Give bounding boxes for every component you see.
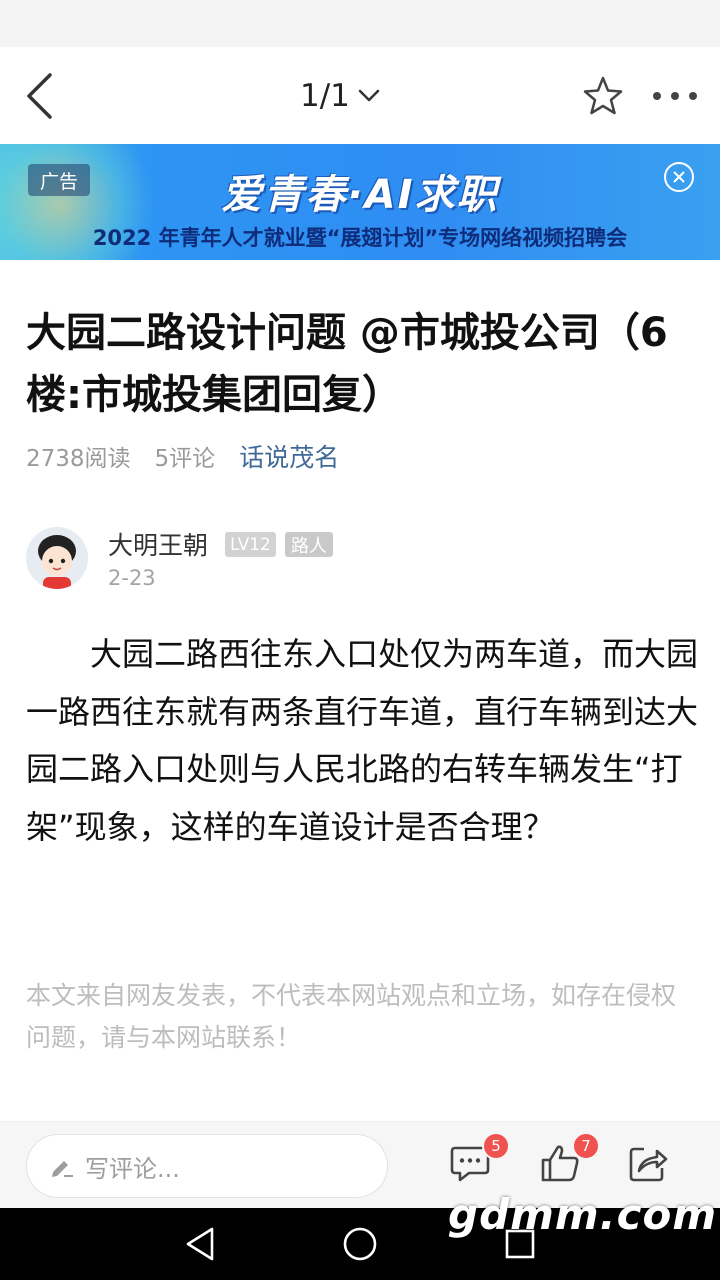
comment-placeholder: 写评论... bbox=[85, 1154, 180, 1183]
like-button[interactable]: 7 bbox=[536, 1132, 600, 1188]
ad-title: 爱青春·AI求职 bbox=[221, 172, 499, 218]
avatar[interactable] bbox=[26, 527, 88, 589]
back-button[interactable] bbox=[14, 69, 64, 123]
comment-count: 5评论 bbox=[154, 446, 216, 472]
comment-input[interactable]: 写评论... bbox=[26, 1134, 388, 1198]
more-dots-icon bbox=[653, 92, 697, 100]
ad-close-button[interactable] bbox=[664, 162, 694, 192]
post-date: 2-23 bbox=[108, 566, 156, 590]
article-meta: 2738阅读 5评论 话说茂名 bbox=[26, 438, 363, 474]
nav-back-button[interactable] bbox=[178, 1222, 222, 1266]
role-badge: 路人 bbox=[285, 532, 333, 557]
close-icon bbox=[673, 171, 685, 183]
ad-subtitle: 2022 年青年人才就业暨“展翅计划”专场网络视频招聘会 bbox=[92, 226, 628, 250]
triangle-back-icon bbox=[186, 1227, 214, 1261]
article-title: 大园二路设计问题 @市城投公司（6楼:市城投集团回复） bbox=[26, 310, 668, 418]
chevron-down-icon bbox=[358, 89, 380, 102]
page-indicator-label: 1/1 bbox=[300, 78, 350, 114]
comments-button[interactable]: 5 bbox=[446, 1132, 510, 1188]
top-nav-bar: 1/1 bbox=[0, 47, 720, 144]
forum-link[interactable]: 话说茂名 bbox=[239, 438, 339, 474]
author-name[interactable]: 大明王朝 bbox=[108, 526, 208, 562]
pencil-icon bbox=[52, 1161, 73, 1177]
avatar-icon bbox=[26, 527, 88, 589]
more-options-button[interactable] bbox=[648, 71, 702, 121]
post-body: 大园二路西往东入口处仅为两车道，而大园一路西往东就有两条直行车道，直行车辆到达大… bbox=[26, 635, 699, 846]
circle-home-icon bbox=[343, 1227, 377, 1261]
share-icon bbox=[629, 1147, 668, 1182]
status-bar bbox=[0, 0, 720, 47]
page-selector[interactable]: 1/1 bbox=[300, 73, 380, 119]
level-badge: LV12 bbox=[225, 532, 276, 557]
like-count-badge: 7 bbox=[572, 1132, 600, 1160]
share-button[interactable] bbox=[624, 1138, 672, 1188]
star-icon bbox=[583, 76, 623, 115]
comment-count-badge: 5 bbox=[482, 1132, 510, 1160]
nav-home-button[interactable] bbox=[338, 1222, 382, 1266]
chevron-left-icon bbox=[27, 73, 52, 119]
favorite-button[interactable] bbox=[578, 71, 628, 121]
read-count: 2738阅读 bbox=[26, 446, 131, 472]
disclaimer: 本文来自网友发表，不代表本网站观点和立场，如存在侵权问题，请与本网站联系！ bbox=[26, 981, 677, 1052]
watermark: gdmm.com bbox=[448, 1190, 718, 1239]
